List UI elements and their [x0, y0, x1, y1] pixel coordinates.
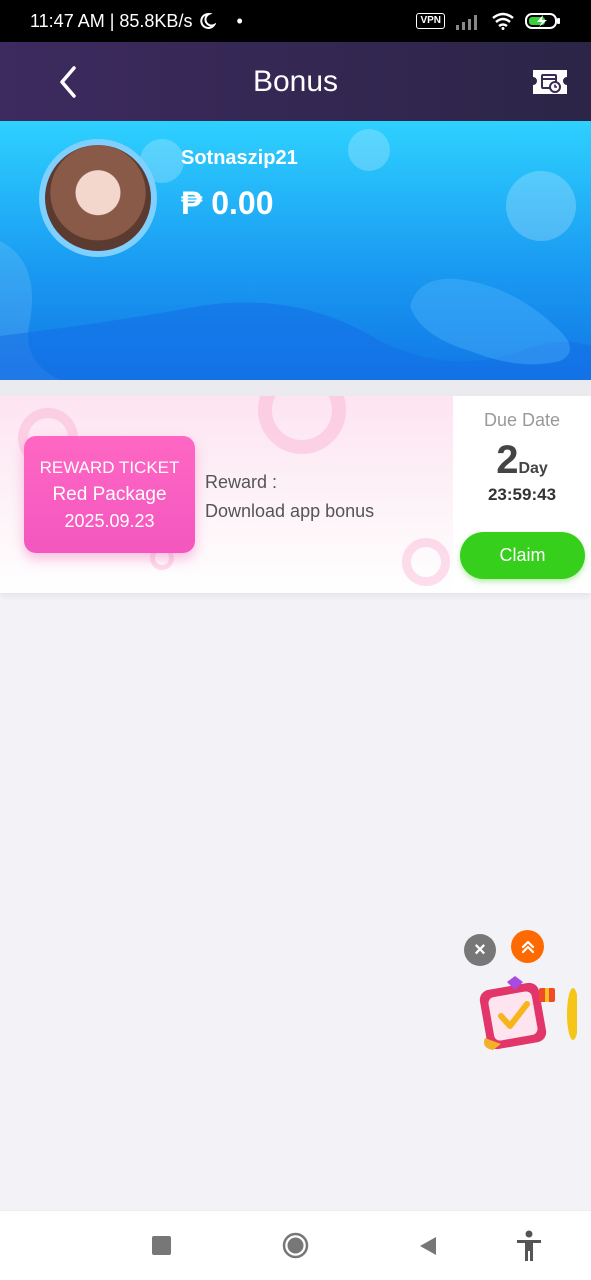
- avatar[interactable]: [45, 145, 151, 251]
- reward-card: REWARD TICKET Red Package 2025.09.23 Rew…: [0, 396, 591, 593]
- reward-card-body: REWARD TICKET Red Package 2025.09.23 Rew…: [0, 396, 453, 593]
- home-icon[interactable]: [282, 1232, 309, 1264]
- vpn-badge: VPN: [416, 13, 445, 29]
- reward-description: Download app bonus: [205, 501, 375, 521]
- status-bar: 11:47 AM | 85.8KB/s • VPN: [0, 0, 591, 42]
- recent-apps-icon[interactable]: [152, 1236, 171, 1255]
- ticket-history-button[interactable]: [531, 66, 569, 98]
- app-header: Bonus: [0, 42, 591, 121]
- due-days-unit: Day: [518, 460, 548, 477]
- status-right: VPN: [416, 12, 561, 30]
- moon-icon: [200, 12, 217, 29]
- close-icon[interactable]: ×: [464, 934, 496, 966]
- reward-ticket: REWARD TICKET Red Package 2025.09.23: [24, 436, 195, 553]
- double-chevron-up-icon[interactable]: [511, 930, 544, 963]
- accessibility-icon[interactable]: [515, 1230, 543, 1267]
- checkin-gift-icon[interactable]: [477, 974, 579, 1054]
- balance-amount: ₱ 0.00: [181, 185, 274, 221]
- reward-label: Reward :: [205, 472, 278, 492]
- profile-banner: Sotnaszip21 ₱ 0.00: [0, 121, 591, 380]
- decor-ring: [258, 396, 346, 454]
- chevrons-up-glyph: [521, 940, 534, 953]
- ticket-calendar-icon: [533, 70, 567, 94]
- ticket-type: REWARD TICKET: [39, 457, 180, 477]
- due-days-number: 2: [496, 438, 519, 482]
- checkin-gift-graphic: [479, 976, 579, 1050]
- username: Sotnaszip21: [181, 147, 298, 169]
- signal-icon: [456, 15, 477, 30]
- notification-dot: •: [236, 10, 243, 31]
- ticket-name: Red Package: [52, 483, 167, 505]
- due-days: 2Day: [453, 438, 591, 483]
- due-date-title: Due Date: [483, 410, 561, 430]
- section-divider: [0, 380, 591, 396]
- back-icon[interactable]: [418, 1235, 438, 1262]
- decor-ring: [402, 538, 450, 586]
- status-time-speed: 11:47 AM | 85.8KB/s: [30, 10, 193, 31]
- back-button[interactable]: [52, 62, 88, 102]
- ticket-date: 2025.09.23: [64, 510, 155, 531]
- system-nav-bar: [0, 1210, 591, 1280]
- wifi-icon: [492, 12, 514, 30]
- due-date-panel: Due Date 2Day 23:59:43 Claim: [453, 396, 591, 593]
- battery-charging-icon: [525, 13, 560, 29]
- due-countdown: 23:59:43: [487, 485, 557, 504]
- claim-button[interactable]: Claim: [460, 532, 585, 579]
- avatar-ring: [39, 139, 157, 257]
- page-title: Bonus: [252, 64, 339, 98]
- chevron-left-icon: [60, 66, 76, 98]
- status-left: 11:47 AM | 85.8KB/s •: [30, 11, 243, 32]
